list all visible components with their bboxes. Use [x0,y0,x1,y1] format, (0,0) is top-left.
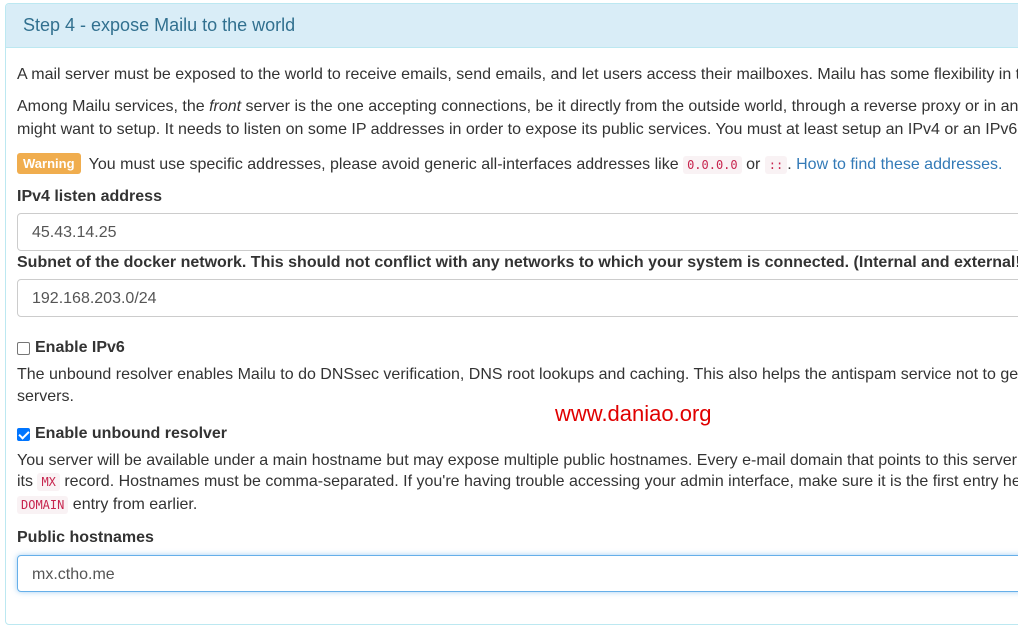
enable-unbound-checkbox[interactable]: Enable unbound resolver [17,425,227,443]
unbound-checkbox-box[interactable] [17,427,30,441]
watermark-text: www.daniao.org [555,401,712,426]
code-mx: MX [37,473,60,491]
intro-paragraph-1: A mail server must be exposed to the wor… [17,66,1018,83]
front-emphasis: front [209,98,242,115]
warning-badge: Warning [17,153,81,174]
hostnames-description: You server will be available under a mai… [17,452,1018,469]
enable-unbound-label: Enable unbound resolver [35,425,228,442]
warning-line: Warning You must use specific addresses,… [17,153,1002,174]
find-addresses-link[interactable]: How to find these addresses. [796,156,1002,173]
unbound-description: The unbound resolver enables Mailu to do… [17,366,1018,383]
subnet-label: Subnet of the docker network. This shoul… [17,254,1018,271]
ipv4-label: IPv4 listen address [17,188,162,205]
unbound-description-cont: servers. [17,388,74,405]
intro-paragraph-2: Among Mailu services, the front server i… [17,98,1018,115]
ipv6-checkbox-box[interactable] [17,341,30,355]
intro-paragraph-2-cont: might want to setup. It needs to listen … [17,121,1018,138]
code-ipv4-any: 0.0.0.0 [683,156,742,174]
hostnames-description-3: DOMAIN entry from earlier. [17,496,197,514]
public-hostnames-label: Public hostnames [17,529,154,546]
hostnames-description-2: its MX record. Hostnames must be comma-s… [17,473,1018,491]
code-domain: DOMAIN [17,496,69,514]
enable-ipv6-label: Enable IPv6 [35,339,125,356]
panel-title: Step 4 - expose Mailu to the world [6,4,1018,48]
code-ipv6-any: :: [764,156,788,174]
docker-subnet-input[interactable]: 192.168.203.0/24 [17,279,1018,317]
public-hostnames-input[interactable]: mx.ctho.me [17,555,1018,592]
enable-ipv6-checkbox[interactable]: Enable IPv6 [17,339,125,357]
ipv4-listen-address-input[interactable]: 45.43.14.25 [17,213,1018,251]
